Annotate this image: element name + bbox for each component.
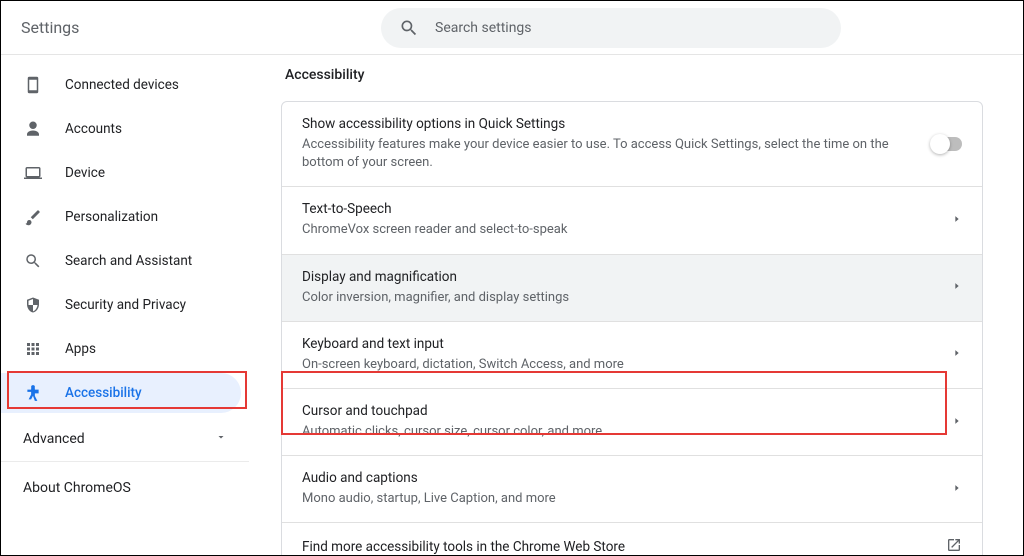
apps-icon	[23, 339, 43, 359]
person-icon	[23, 119, 43, 139]
page-title: Settings	[21, 18, 381, 37]
sidebar-item-label: Search and Assistant	[65, 253, 192, 269]
chevron-right-icon	[952, 213, 962, 228]
chevron-right-icon	[952, 280, 962, 295]
search-placeholder: Search settings	[435, 20, 532, 36]
search-icon	[399, 18, 419, 38]
about-chromeos[interactable]: About ChromeOS	[1, 462, 249, 514]
sidebar-item-label: Security and Privacy	[65, 297, 186, 313]
laptop-icon	[23, 163, 43, 183]
row-web-store[interactable]: Find more accessibility tools in the Chr…	[282, 522, 982, 555]
sidebar-item-device[interactable]: Device	[1, 153, 241, 193]
row-title: Find more accessibility tools in the Chr…	[302, 539, 930, 555]
section-heading: Accessibility	[285, 67, 983, 83]
row-text-to-speech[interactable]: Text-to-Speech ChromeVox screen reader a…	[282, 186, 982, 253]
phone-icon	[23, 75, 43, 95]
row-subtitle: ChromeVox screen reader and select-to-sp…	[302, 221, 936, 239]
about-label: About ChromeOS	[23, 480, 131, 496]
sidebar-item-search-assistant[interactable]: Search and Assistant	[1, 241, 241, 281]
brush-icon	[23, 207, 43, 227]
sidebar-item-label: Accessibility	[65, 385, 142, 401]
chevron-down-icon	[215, 431, 227, 447]
sidebar-item-apps[interactable]: Apps	[1, 329, 241, 369]
open-external-icon	[946, 537, 962, 555]
row-title: Display and magnification	[302, 269, 936, 285]
row-title: Text-to-Speech	[302, 201, 936, 217]
row-subtitle: Accessibility features make your device …	[302, 136, 916, 172]
search-input[interactable]: Search settings	[381, 8, 841, 48]
sidebar-item-label: Connected devices	[65, 77, 179, 93]
sidebar-item-label: Apps	[65, 341, 96, 357]
row-quick-settings[interactable]: Show accessibility options in Quick Sett…	[282, 102, 982, 186]
settings-card: Show accessibility options in Quick Sett…	[281, 101, 983, 555]
accessibility-icon	[23, 383, 43, 403]
row-title: Keyboard and text input	[302, 336, 936, 352]
chevron-right-icon	[952, 347, 962, 362]
sidebar-item-accessibility[interactable]: Accessibility	[1, 373, 241, 413]
search-icon	[23, 251, 43, 271]
advanced-label: Advanced	[23, 431, 85, 447]
sidebar-item-personalization[interactable]: Personalization	[1, 197, 241, 237]
row-title: Audio and captions	[302, 470, 936, 486]
chevron-right-icon	[952, 415, 962, 430]
sidebar-item-label: Personalization	[65, 209, 158, 225]
toggle-switch[interactable]	[932, 137, 962, 151]
sidebar-item-accounts[interactable]: Accounts	[1, 109, 241, 149]
sidebar-item-label: Device	[65, 165, 105, 181]
row-subtitle: On-screen keyboard, dictation, Switch Ac…	[302, 356, 936, 374]
topbar: Settings Search settings	[1, 1, 1023, 55]
chevron-right-icon	[952, 482, 962, 497]
sidebar-item-label: Accounts	[65, 121, 122, 137]
row-subtitle: Color inversion, magnifier, and display …	[302, 289, 936, 307]
sidebar: Connected devices Accounts Device Person…	[1, 55, 249, 555]
row-display-magnification[interactable]: Display and magnification Color inversio…	[282, 254, 982, 321]
sidebar-item-security-privacy[interactable]: Security and Privacy	[1, 285, 241, 325]
shield-icon	[23, 295, 43, 315]
advanced-toggle[interactable]: Advanced	[1, 417, 249, 462]
row-audio-captions[interactable]: Audio and captions Mono audio, startup, …	[282, 455, 982, 522]
row-subtitle: Mono audio, startup, Live Caption, and m…	[302, 490, 936, 508]
row-subtitle: Automatic clicks, cursor size, cursor co…	[302, 423, 936, 441]
row-cursor-touchpad[interactable]: Cursor and touchpad Automatic clicks, cu…	[282, 388, 982, 455]
sidebar-item-connected-devices[interactable]: Connected devices	[1, 65, 241, 105]
main-content: Accessibility Show accessibility options…	[249, 55, 1023, 555]
row-title: Show accessibility options in Quick Sett…	[302, 116, 916, 132]
row-keyboard-text-input[interactable]: Keyboard and text input On-screen keyboa…	[282, 321, 982, 388]
row-title: Cursor and touchpad	[302, 403, 936, 419]
